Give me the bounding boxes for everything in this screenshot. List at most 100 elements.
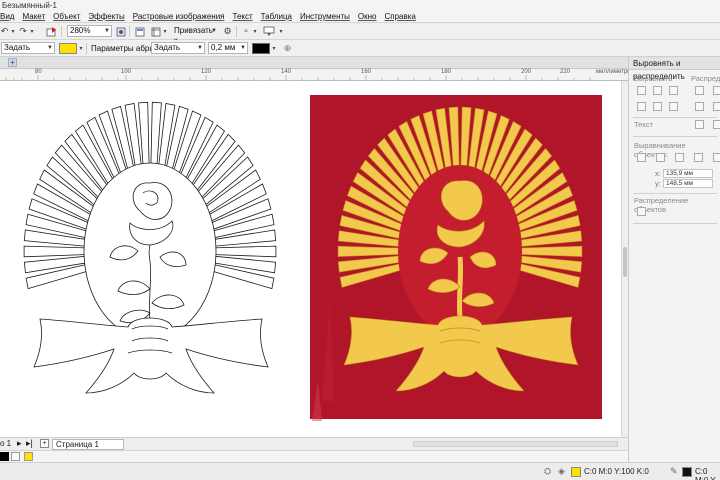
full-screen-icon[interactable] bbox=[134, 25, 145, 38]
sunburst-ray bbox=[23, 245, 91, 258]
drawing-canvas[interactable] bbox=[0, 81, 621, 437]
more-options-icon[interactable]: ⊕ bbox=[283, 42, 292, 55]
publish-pdf-icon[interactable] bbox=[262, 25, 276, 38]
text-section-label: Текст bbox=[634, 120, 653, 129]
distribute-top-icon[interactable] bbox=[695, 102, 704, 111]
new-tab-plus-icon[interactable]: + bbox=[8, 58, 17, 67]
menu-text[interactable]: Текст bbox=[230, 11, 258, 22]
menu-effects[interactable]: Эффекты bbox=[85, 11, 129, 22]
window-title: Безымянный-1 bbox=[2, 1, 57, 10]
x-coordinate-field[interactable]: 135,9 мм bbox=[663, 169, 713, 178]
horizontal-scrollbar[interactable] bbox=[413, 441, 618, 447]
outline-color-dropdown-icon[interactable]: ▾ bbox=[271, 42, 277, 55]
undo-icon[interactable]: ↶ bbox=[0, 25, 9, 38]
show-rulers-icon[interactable] bbox=[150, 25, 161, 38]
next-page-icon[interactable]: ▸ bbox=[17, 438, 22, 449]
outline-color-indicator[interactable] bbox=[682, 467, 692, 477]
ruler-label: 160 bbox=[361, 69, 372, 75]
undo-dropdown-icon[interactable]: ▾ bbox=[10, 25, 16, 38]
menu-table[interactable]: Таблица bbox=[258, 11, 297, 22]
text-align-icon[interactable] bbox=[695, 120, 704, 129]
outline-color-swatch[interactable] bbox=[252, 43, 270, 54]
text-align-bottom-icon[interactable] bbox=[713, 120, 720, 129]
settings-gear-icon[interactable]: ⚙ bbox=[222, 25, 233, 38]
distribute-middle-icon[interactable] bbox=[713, 102, 720, 111]
line-art-drawing bbox=[23, 101, 277, 394]
rulers-dropdown-icon[interactable]: ▾ bbox=[162, 25, 168, 38]
redo-dropdown-icon[interactable]: ▾ bbox=[29, 25, 35, 38]
canvas-artwork bbox=[23, 95, 602, 421]
align-to-point-icon[interactable] bbox=[713, 153, 720, 162]
x-coordinate-value: 135,9 мм bbox=[666, 170, 694, 177]
menu-layout[interactable]: Макет bbox=[19, 11, 50, 22]
snap-to-button[interactable]: Привязать к▼ bbox=[171, 25, 219, 45]
palette-swatch-black[interactable] bbox=[0, 452, 9, 461]
distribute-objects-label: Распределение объектов bbox=[634, 196, 689, 214]
page-tab[interactable]: Страница 1 bbox=[52, 439, 124, 450]
docker-title: Выровнять и распределить bbox=[629, 57, 720, 81]
align-distribute-docker: Выровнять и распределить Выровнять Распр… bbox=[628, 57, 720, 462]
chevron-down-icon: ▼ bbox=[197, 45, 203, 51]
menu-help[interactable]: Справка bbox=[382, 11, 421, 22]
ruler-label: 180 bbox=[441, 69, 452, 75]
align-to-active-icon[interactable] bbox=[637, 153, 646, 162]
menu-view[interactable]: Вид bbox=[0, 11, 19, 22]
align-to-page-edge-icon[interactable] bbox=[656, 153, 665, 162]
chevron-down-icon: ▼ bbox=[47, 45, 53, 51]
align-top-icon[interactable] bbox=[637, 102, 646, 111]
menu-window[interactable]: Окно bbox=[355, 11, 382, 22]
sunburst-ray bbox=[209, 245, 277, 258]
fill-color-indicator[interactable] bbox=[571, 467, 581, 477]
x-coord-label: x: bbox=[655, 169, 661, 178]
fill-type-select[interactable]: Задать ▼ bbox=[1, 42, 55, 54]
align-center-h-icon[interactable] bbox=[653, 86, 662, 95]
distribute-left-icon[interactable] bbox=[695, 86, 704, 95]
fill-type-value: Задать bbox=[4, 43, 31, 52]
zoom-level-value: 280% bbox=[70, 26, 91, 35]
zoom-tool-icon[interactable] bbox=[115, 25, 126, 38]
horizontal-ruler[interactable]: 80 100 120 140 160 180 200 220 миллиметр… bbox=[0, 69, 632, 81]
vertical-scrollbar[interactable] bbox=[621, 81, 628, 437]
zoom-level-select[interactable]: 280% ▼ bbox=[67, 25, 112, 37]
ruler-unit-label: миллиметры bbox=[596, 69, 632, 75]
outline-color-text: C:0 M:0 Y bbox=[695, 467, 716, 480]
chevron-down-icon: ▼ bbox=[104, 28, 110, 34]
y-coordinate-field[interactable]: 148,5 мм bbox=[663, 179, 713, 188]
last-page-icon[interactable]: ▸| bbox=[26, 438, 33, 449]
vertical-scroll-thumb[interactable] bbox=[623, 247, 627, 277]
outline-width-select[interactable]: 0,2 мм ▼ bbox=[208, 42, 248, 54]
menu-bar: Вид Макет Объект Эффекты Растровые изобр… bbox=[0, 11, 720, 23]
pen-icon: ✎ bbox=[670, 466, 678, 476]
document-tab-strip: + bbox=[0, 57, 628, 69]
align-section-label: Выровнять bbox=[634, 74, 673, 83]
app-launcher-icon[interactable]: ▫ bbox=[242, 25, 250, 38]
launcher-dropdown-icon[interactable]: ▾ bbox=[252, 25, 258, 38]
menu-tools[interactable]: Инструменты bbox=[297, 11, 355, 22]
distribute-to-selection-icon[interactable] bbox=[637, 207, 646, 216]
menu-object[interactable]: Объект bbox=[50, 11, 85, 22]
redo-icon[interactable]: ↷ bbox=[18, 25, 28, 38]
title-bar: Безымянный-1 bbox=[0, 0, 720, 11]
palette-swatch-white[interactable] bbox=[11, 452, 20, 461]
import-icon[interactable] bbox=[45, 25, 57, 38]
align-to-grid-icon[interactable] bbox=[694, 153, 703, 162]
outline-type-value: Задать bbox=[154, 43, 181, 52]
align-left-icon[interactable] bbox=[637, 86, 646, 95]
distribute-center-icon[interactable] bbox=[713, 86, 720, 95]
fill-bucket-icon: ◈ bbox=[558, 466, 565, 476]
chevron-down-icon: ▼ bbox=[240, 45, 246, 51]
align-center-v-icon[interactable] bbox=[653, 102, 662, 111]
y-coordinate-value: 148,5 мм bbox=[666, 180, 694, 187]
outline-type-select[interactable]: Задать ▼ bbox=[151, 42, 205, 54]
ruler-label: 200 bbox=[521, 69, 532, 75]
ruler-label: 220 bbox=[560, 69, 571, 75]
menu-bitmaps[interactable]: Растровые изображения bbox=[130, 11, 230, 22]
palette-swatch-yellow[interactable] bbox=[24, 452, 33, 461]
fill-color-dropdown-icon[interactable]: ▾ bbox=[78, 42, 84, 55]
align-right-icon[interactable] bbox=[669, 86, 678, 95]
align-bottom-icon[interactable] bbox=[669, 102, 678, 111]
publish-dropdown-icon[interactable]: ▾ bbox=[278, 25, 284, 38]
align-to-page-center-icon[interactable] bbox=[675, 153, 684, 162]
fill-color-swatch[interactable] bbox=[59, 43, 77, 54]
add-page-icon[interactable]: + bbox=[40, 439, 49, 448]
